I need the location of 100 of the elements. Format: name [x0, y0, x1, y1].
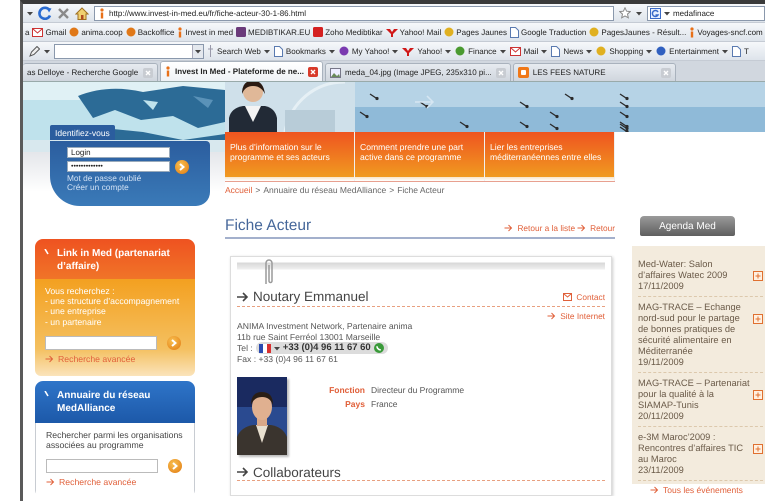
- bookmark[interactable]: Invest in med: [177, 26, 234, 38]
- toolbar-item[interactable]: Shopping: [596, 46, 652, 56]
- bookmark[interactable]: Gmail: [32, 28, 66, 36]
- go-button[interactable]: [168, 459, 182, 474]
- page-icon: [510, 26, 519, 38]
- toolbar-item[interactable]: Mail: [510, 46, 548, 56]
- logo-icon: [402, 46, 414, 56]
- expand-icon[interactable]: [753, 444, 763, 454]
- expand-icon[interactable]: [753, 390, 763, 400]
- caret-icon: [274, 346, 280, 351]
- search-field[interactable]: [45, 336, 157, 350]
- advanced-search-link[interactable]: Recherche avancée: [46, 477, 136, 488]
- toolbar-item[interactable]: Finance: [455, 46, 506, 56]
- stop-icon[interactable]: [57, 6, 70, 20]
- info-icon: [99, 8, 105, 18]
- expand-icon[interactable]: [753, 271, 763, 281]
- bookmark[interactable]: PagesJaunes - Résult...: [589, 27, 686, 37]
- bookmark[interactable]: anima.coop: [69, 27, 123, 37]
- tel-label: Tel :: [237, 342, 253, 354]
- back-link[interactable]: Retour: [577, 223, 615, 233]
- chevron-icon: [179, 163, 185, 171]
- event-date: 20/11/2009: [638, 411, 685, 422]
- envelope-icon: [32, 28, 44, 36]
- logo-icon: [386, 28, 398, 36]
- website-link[interactable]: Site Internet: [547, 311, 605, 321]
- blog-icon: [518, 67, 529, 78]
- bookmark[interactable]: Voyages-sncf.com: [689, 26, 763, 38]
- contact-link[interactable]: Contact: [563, 292, 605, 302]
- go-button[interactable]: [175, 160, 189, 174]
- login-link[interactable]: Créer un compte: [67, 183, 129, 192]
- browser-tab[interactable]: Invest In Med - Plateforme de ne...: [160, 61, 323, 81]
- event-title[interactable]: MAG-TRACE – Echange nord-sud pour le partage de bonnes pratiques de sécurité alimentaire en Méditerranée: [638, 302, 750, 357]
- bookmark[interactable]: Google Traduction: [510, 26, 586, 38]
- phone-widget[interactable]: +33 (0)4 96 11 67 60: [256, 342, 388, 354]
- bookmark[interactable]: Backoffice: [126, 27, 174, 37]
- breadcrumb-link[interactable]: Accueil: [225, 185, 252, 195]
- search-text: medafinace: [673, 8, 714, 18]
- toolbar-item[interactable]: News: [551, 46, 592, 56]
- event-date: 17/11/2009: [638, 281, 685, 292]
- box-title: Annuaire du réseau MedAlliance: [57, 388, 152, 415]
- search-field[interactable]: medafinace: [647, 6, 765, 20]
- toolbar-item[interactable]: Yahoo!: [402, 46, 452, 56]
- bookmark[interactable]: Zoho Medibtikar: [313, 27, 383, 37]
- event-title[interactable]: e-3M Maroc’2009 : Rencontres d’affaires TIC au Maroc: [638, 432, 750, 465]
- bookmark[interactable]: Yahoo! Mail: [386, 28, 442, 36]
- all-events-link[interactable]: Tous les événements: [650, 485, 743, 495]
- flag-icon: [258, 344, 271, 353]
- browser-tab[interactable]: LES FEES NATURE: [512, 63, 676, 81]
- close-icon: [662, 70, 669, 76]
- back-link[interactable]: Retour a la liste: [504, 223, 576, 233]
- browser-tab[interactable]: as Delloye - Recherche Google: [23, 63, 158, 81]
- dropdown-button[interactable]: [192, 44, 203, 58]
- image-icon: [330, 68, 341, 78]
- toolbar-item[interactable]: Bookmarks: [274, 46, 335, 56]
- arrow-icon: [237, 467, 249, 478]
- info-icon: [177, 26, 184, 38]
- caret-icon: [664, 10, 670, 16]
- toolbar-item[interactable]: T: [732, 46, 749, 56]
- arrow-icon: [650, 486, 659, 494]
- login-link[interactable]: Mot de passe oublié: [67, 174, 142, 183]
- info-icon: [689, 26, 696, 38]
- arrow-icon: [577, 224, 586, 232]
- close-icon: [310, 68, 316, 74]
- toolbar-item[interactable]: Entertainment: [656, 46, 728, 56]
- intro-line: - un partenaire: [45, 316, 103, 327]
- caret-icon: [264, 48, 270, 54]
- caret-icon: [44, 48, 50, 54]
- bookmark[interactable]: MEDIBTIKAR.EU: [236, 27, 310, 37]
- event-date: 19/11/2009: [638, 357, 685, 368]
- box-title: Link in Med (partenariat d’affaire): [57, 246, 171, 273]
- url-text: http://www.invest-in-med.eu/fr/fiche-acteur-30-1-86.html: [109, 8, 306, 18]
- caret-icon: [195, 48, 201, 54]
- expand-icon[interactable]: [753, 314, 763, 324]
- go-button[interactable]: [167, 336, 181, 350]
- page-icon: [732, 46, 741, 56]
- browser-tab[interactable]: meda_04.jpg (Image JPEG, 235x310 pi...: [325, 63, 511, 81]
- star-icon[interactable]: [619, 7, 631, 19]
- caret-icon: [500, 48, 506, 54]
- caret-icon: [646, 48, 652, 54]
- close-button[interactable]: [308, 66, 318, 76]
- pencil-icon[interactable]: [29, 46, 40, 56]
- bullet-icon: [44, 248, 49, 255]
- phone-number: +33 (0)4 96 11 67 60: [282, 342, 371, 354]
- toolbar-item[interactable]: My Yahoo!: [338, 46, 398, 56]
- caret-icon: [392, 48, 398, 54]
- field-value: France: [371, 398, 398, 409]
- bullet-icon: [44, 390, 49, 397]
- toolbar-item[interactable]: Search Web: [217, 46, 270, 56]
- arrow-icon: [45, 354, 54, 363]
- reload-icon[interactable]: [38, 6, 52, 20]
- event-title[interactable]: MAG-TRACE – Partenariat pour la qualité à la SIAMAP-Tunis: [638, 378, 750, 411]
- search-field[interactable]: [46, 459, 158, 474]
- bookmark[interactable]: Pages Jaunes: [444, 27, 507, 37]
- address-field[interactable]: http://www.invest-in-med.eu/fr/fiche-acteur-30-1-86.html: [94, 6, 614, 20]
- grip-icon: [208, 45, 213, 57]
- event-title[interactable]: Med-Water: Salon d’affaires Watec 2009: [638, 259, 750, 281]
- page-title: Fiche Acteur: [225, 217, 312, 235]
- arrow-icon: [547, 312, 556, 320]
- chevron-icon: [172, 462, 178, 470]
- home-icon[interactable]: [75, 6, 89, 20]
